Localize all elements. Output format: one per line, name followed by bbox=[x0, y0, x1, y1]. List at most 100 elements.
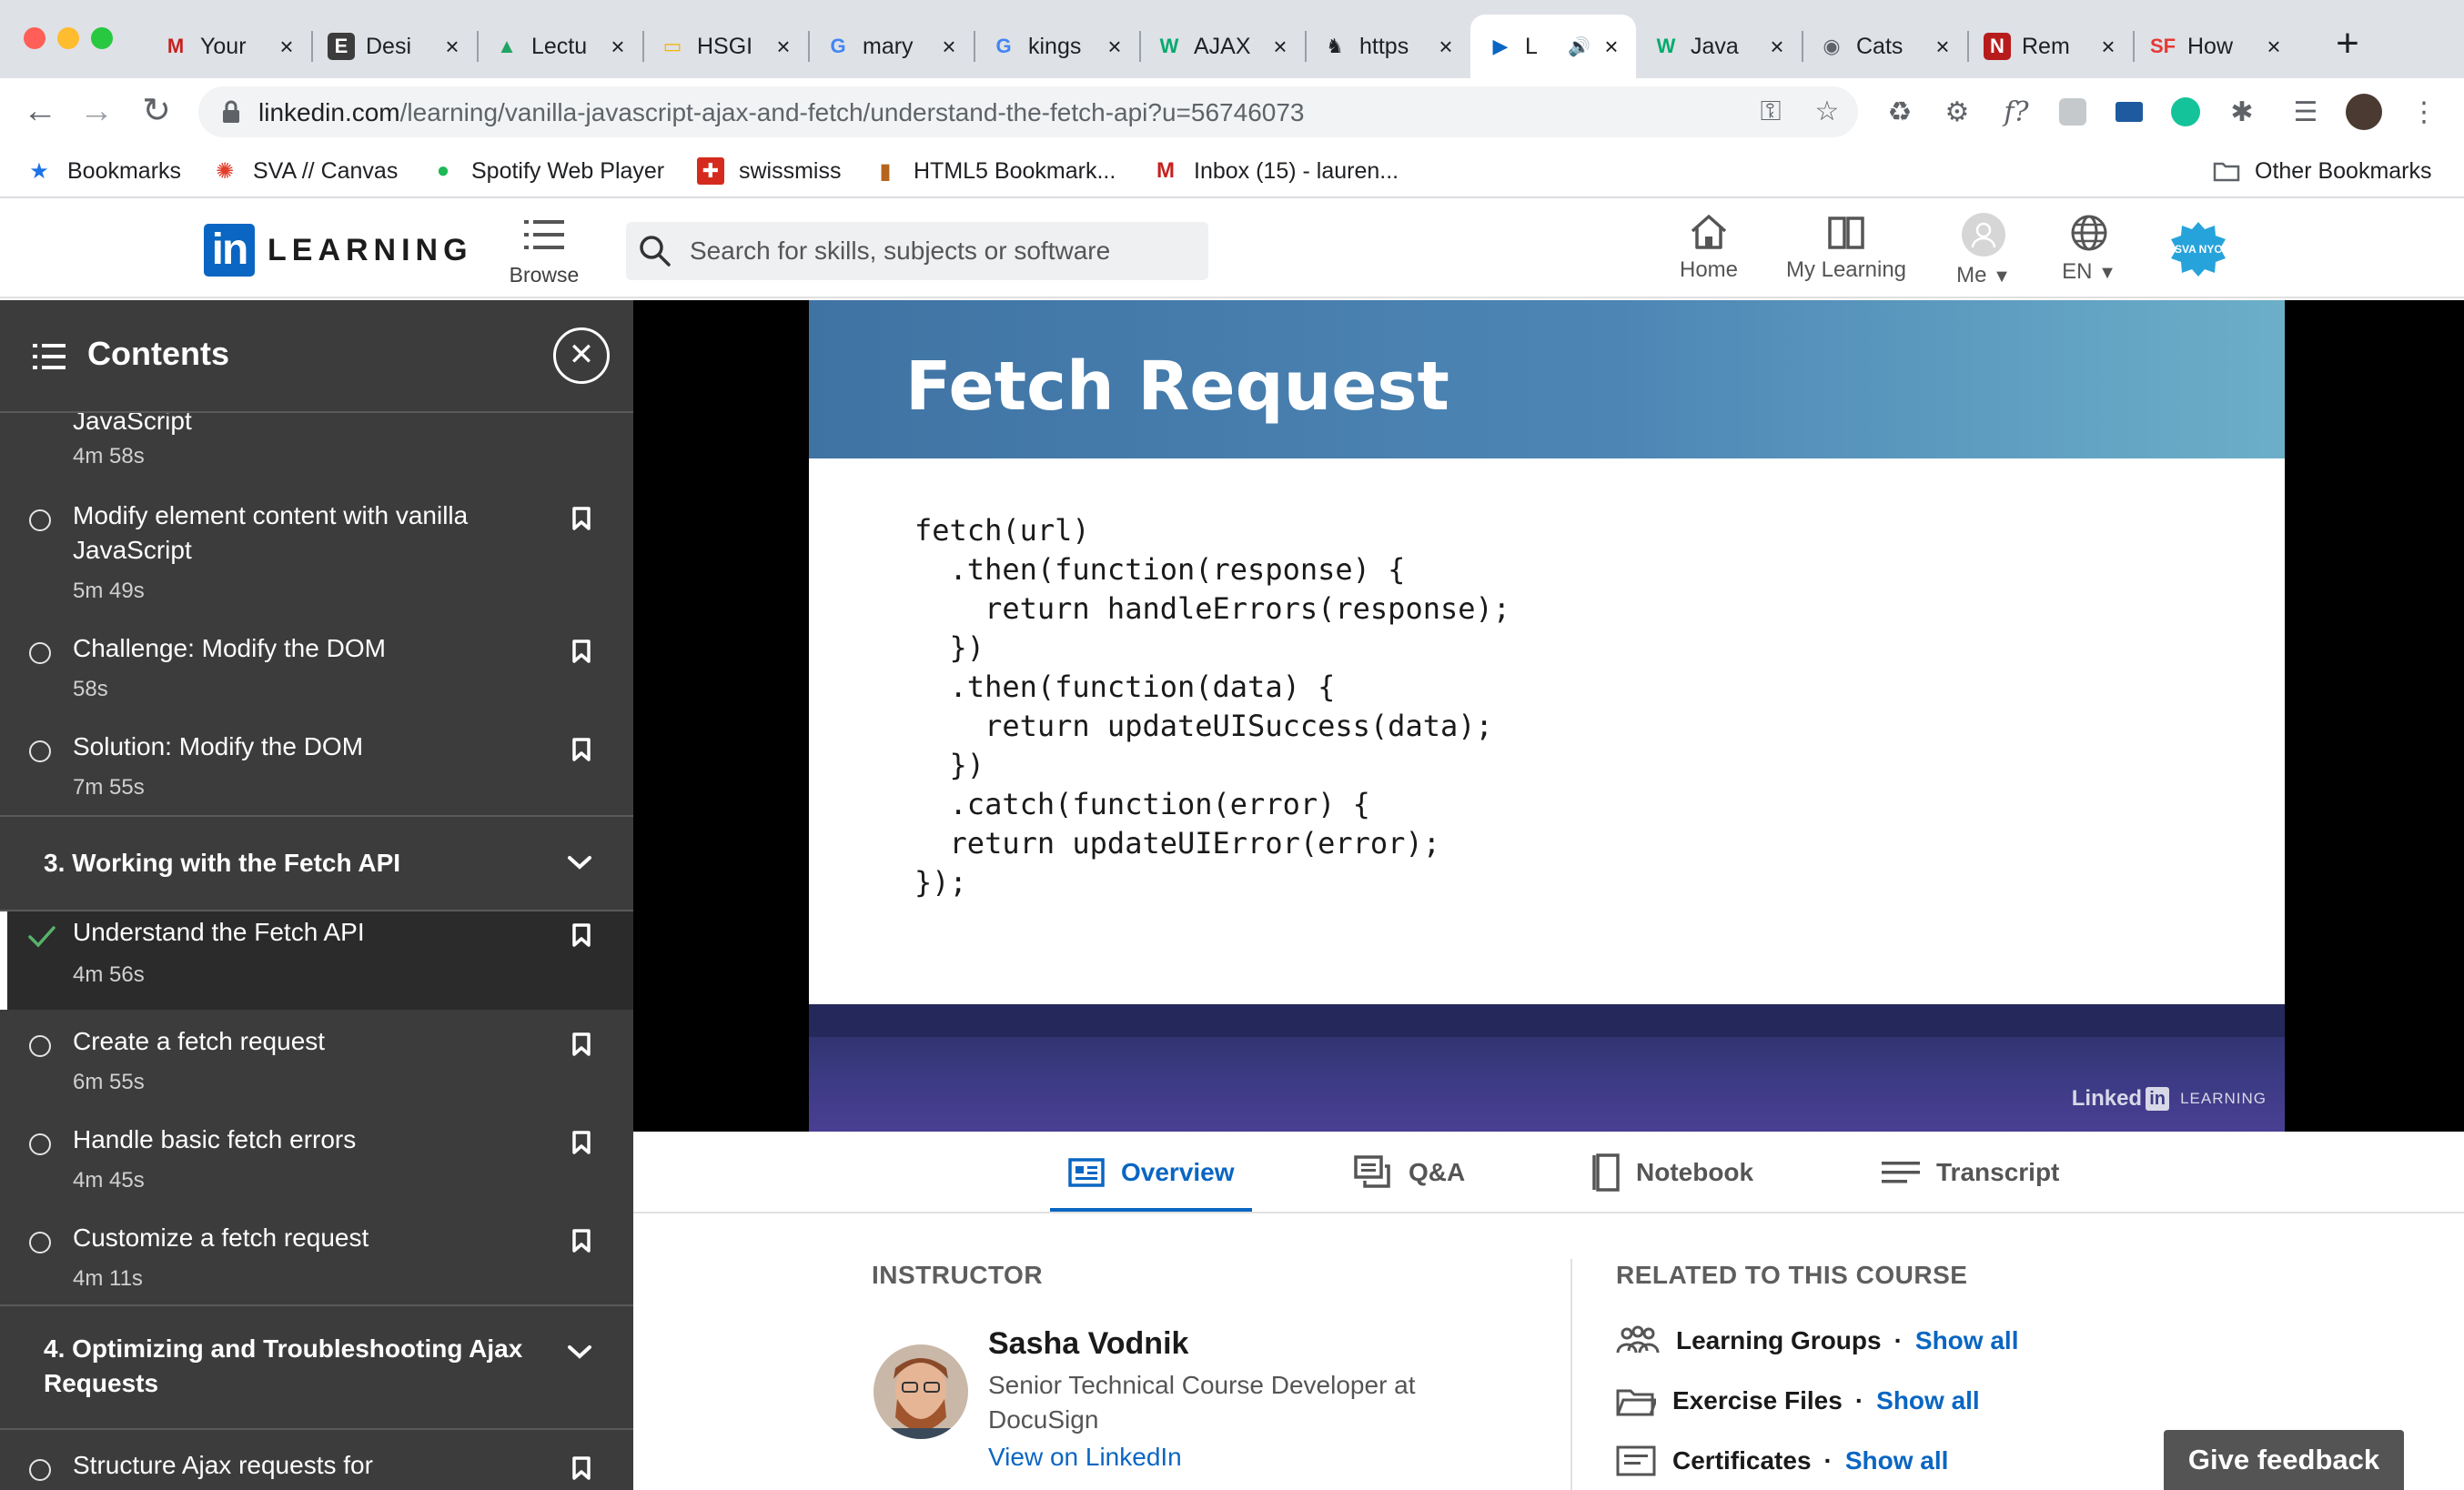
tab-transcript[interactable]: Transcript bbox=[1882, 1132, 2059, 1213]
browser-tab[interactable]: W AJAX × bbox=[1139, 15, 1305, 78]
tab-close-icon[interactable]: × bbox=[1931, 33, 1954, 61]
key-icon[interactable]: ⚿ bbox=[1754, 96, 1787, 128]
chapter-3-header[interactable]: 3. Working with the Fetch API bbox=[0, 815, 633, 911]
bookmark-item[interactable]: ✺ SVA // Canvas bbox=[211, 153, 398, 189]
extension-gear-icon[interactable]: ⚙ bbox=[1939, 94, 1975, 130]
bookmark-icon[interactable] bbox=[571, 506, 591, 531]
view-on-linkedin-link[interactable]: View on LinkedIn bbox=[988, 1443, 1182, 1472]
caret-down-icon: ▼ bbox=[2098, 263, 2116, 283]
video-item-current[interactable]: Understand the Fetch API 4m 56s bbox=[0, 911, 633, 1010]
window-maximize-button[interactable] bbox=[91, 27, 113, 49]
bookmark-icon[interactable] bbox=[571, 639, 591, 664]
bookmark-item[interactable]: ● Spotify Web Player bbox=[429, 153, 664, 189]
bookmark-item[interactable]: ▮ HTML5 Bookmark... bbox=[872, 153, 1116, 189]
bookmark-icon[interactable] bbox=[571, 1228, 591, 1253]
video-item[interactable]: Modify element content with vanilla Java… bbox=[0, 498, 633, 629]
list-menu-icon bbox=[524, 220, 564, 249]
nav-language[interactable]: EN ▼ bbox=[2053, 213, 2126, 285]
browser-tab[interactable]: ♞ https × bbox=[1305, 15, 1470, 78]
profile-avatar-icon[interactable] bbox=[2346, 94, 2382, 130]
tab-notebook[interactable]: Notebook bbox=[1592, 1132, 1753, 1213]
tab-close-icon[interactable]: × bbox=[1268, 33, 1292, 61]
tab-close-icon[interactable]: × bbox=[606, 33, 630, 61]
tab-close-icon[interactable]: × bbox=[2262, 33, 2286, 61]
grammarly-icon[interactable] bbox=[2167, 94, 2204, 130]
chapter-4-header[interactable]: 4. Optimizing and Troubleshooting Ajax R… bbox=[0, 1304, 633, 1430]
bookmark-icon[interactable] bbox=[571, 1032, 591, 1057]
browser-tab-active[interactable]: ▶ L 🔊 × bbox=[1470, 15, 1636, 78]
tab-close-icon[interactable]: × bbox=[1765, 33, 1789, 61]
close-contents-button[interactable]: ✕ bbox=[553, 327, 610, 384]
extension-flag-icon[interactable] bbox=[2111, 94, 2147, 130]
tab-close-icon[interactable]: × bbox=[440, 33, 464, 61]
bookmark-label: SVA // Canvas bbox=[253, 157, 399, 184]
browser-tab[interactable]: ▲ Lectu × bbox=[477, 15, 642, 78]
browser-tab[interactable]: M Your × bbox=[146, 15, 311, 78]
tab-qa[interactable]: Q&A bbox=[1354, 1132, 1465, 1213]
tab-close-icon[interactable]: × bbox=[1434, 33, 1458, 61]
tab-close-icon[interactable]: × bbox=[1103, 33, 1126, 61]
bookmark-star-icon[interactable]: ☆ bbox=[1811, 96, 1843, 128]
browser-tab[interactable]: N Rem × bbox=[1967, 15, 2133, 78]
tab-overview[interactable]: Overview bbox=[1068, 1132, 1235, 1213]
browser-tab[interactable]: W Java × bbox=[1636, 15, 1802, 78]
browser-tab[interactable]: ◉ Cats × bbox=[1802, 15, 1967, 78]
video-item[interactable]: Solution: Modify the DOM 7m 55s bbox=[0, 730, 633, 828]
video-item[interactable]: Challenge: Modify the DOM 58s bbox=[0, 631, 633, 730]
nav-my-learning[interactable]: My Learning bbox=[1778, 213, 1914, 283]
related-certificates: Certificates · Show all bbox=[1616, 1441, 1948, 1481]
lock-icon bbox=[223, 100, 239, 123]
search-box[interactable] bbox=[626, 222, 1208, 280]
show-all-link[interactable]: Show all bbox=[1915, 1326, 2019, 1355]
new-tab-button[interactable]: + bbox=[2329, 24, 2366, 67]
browser-tab[interactable]: ▭ HSGI × bbox=[642, 15, 808, 78]
video-player[interactable]: Fetch Request fetch(url) .then(function(… bbox=[633, 300, 2464, 1132]
browser-menu-icon[interactable]: ⋮ bbox=[2406, 94, 2442, 130]
browser-tab[interactable]: SF How × bbox=[2133, 15, 2298, 78]
reload-icon[interactable]: ↻ bbox=[136, 91, 177, 131]
video-item[interactable]: Structure Ajax requests for bbox=[0, 1448, 633, 1490]
bookmark-item[interactable]: ★ Bookmarks bbox=[25, 153, 181, 189]
bookmark-icon[interactable] bbox=[571, 922, 591, 948]
video-item[interactable]: Handle basic fetch errors 4m 45s bbox=[0, 1123, 633, 1221]
bookmark-icon[interactable] bbox=[571, 1130, 591, 1155]
bookmark-icon[interactable] bbox=[571, 1455, 591, 1481]
reading-list-icon[interactable]: ☰ bbox=[2287, 94, 2324, 130]
nav-home[interactable]: Home bbox=[1672, 213, 1745, 283]
bookmark-icon[interactable] bbox=[571, 737, 591, 762]
show-all-link[interactable]: Show all bbox=[1845, 1446, 1949, 1475]
window-minimize-button[interactable] bbox=[57, 27, 79, 49]
bookmark-item[interactable]: ✚ swissmiss bbox=[697, 153, 842, 189]
window-close-button[interactable] bbox=[24, 27, 45, 49]
linkedin-learning-logo[interactable]: in LEARNING bbox=[204, 224, 473, 277]
other-bookmarks[interactable]: Other Bookmarks bbox=[2213, 153, 2432, 189]
browser-tab[interactable]: E Desi × bbox=[311, 15, 477, 78]
tab-close-icon[interactable]: × bbox=[275, 33, 298, 61]
speaker-icon[interactable]: 🔊 bbox=[1568, 35, 1590, 58]
browse-button[interactable]: Browse bbox=[500, 216, 588, 287]
browser-tab[interactable]: Gmary × bbox=[808, 15, 974, 78]
bookmark-item[interactable]: M Inbox (15) - lauren... bbox=[1152, 153, 1399, 189]
show-all-link[interactable]: Show all bbox=[1876, 1386, 1980, 1415]
forward-arrow-icon[interactable]: → bbox=[76, 91, 116, 131]
video-duration: 7m 55s bbox=[73, 775, 145, 800]
search-input[interactable] bbox=[690, 222, 1199, 280]
extension-recycle-icon[interactable]: ♻ bbox=[1882, 94, 1918, 130]
extension-badge-icon[interactable] bbox=[2055, 94, 2091, 130]
tab-close-icon[interactable]: × bbox=[772, 33, 795, 61]
org-badge-icon[interactable]: SVA NYC bbox=[2171, 222, 2226, 277]
tab-close-icon[interactable]: × bbox=[2096, 33, 2120, 61]
instructor-avatar[interactable] bbox=[874, 1344, 968, 1439]
back-arrow-icon[interactable]: ← bbox=[20, 91, 60, 131]
extensions-puzzle-icon[interactable]: ✱ bbox=[2224, 94, 2260, 130]
video-duration: 4m 11s bbox=[73, 1266, 143, 1291]
tab-close-icon[interactable]: × bbox=[937, 33, 961, 61]
extension-font-icon[interactable]: f? bbox=[1998, 94, 2035, 130]
search-icon bbox=[640, 236, 671, 267]
video-item[interactable]: Create a fetch request 6m 55s bbox=[0, 1024, 633, 1123]
tab-close-icon[interactable]: × bbox=[1600, 33, 1623, 61]
give-feedback-button[interactable]: Give feedback bbox=[2164, 1430, 2404, 1490]
nav-me[interactable]: Me ▼ bbox=[1947, 213, 2020, 288]
browser-tab[interactable]: Gkings × bbox=[974, 15, 1139, 78]
address-bar[interactable]: linkedin.com/learning/vanilla-javascript… bbox=[198, 86, 1858, 137]
